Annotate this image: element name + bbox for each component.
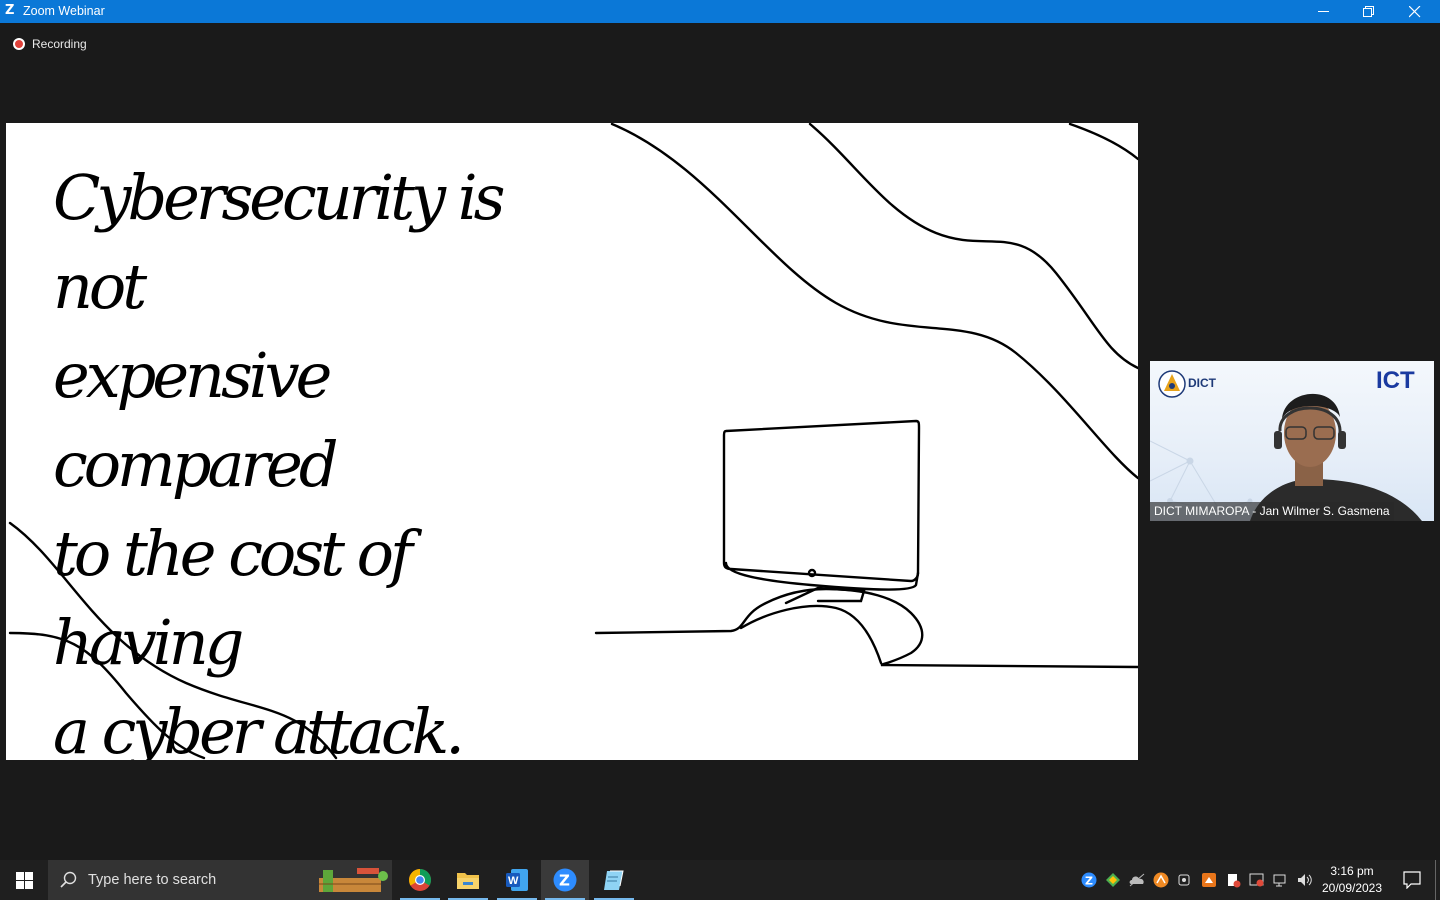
show-desktop-button[interactable] [1435,860,1440,900]
orange-app-tray-icon [1153,872,1169,888]
volume-icon [1298,874,1312,886]
minimize-icon [1318,11,1329,12]
security-tray-icon [1249,873,1264,887]
ict-month-logo-text: ICT [1376,367,1415,394]
orange-square-tray-icon [1202,873,1216,887]
svg-text:Z: Z [559,872,570,890]
quote-line: to the cost of having [53,517,413,679]
tray-meet[interactable] [1174,860,1196,900]
taskbar-file-explorer[interactable] [444,860,492,900]
windows-logo-icon [16,872,33,889]
notification-icon [1403,871,1421,889]
tray-app-3[interactable] [1198,860,1220,900]
tray-app-2[interactable] [1150,860,1172,900]
title-bar: Z Zoom Webinar [0,0,1440,23]
colorful-app-tray-icon [1106,873,1120,887]
close-button[interactable] [1392,0,1438,23]
tray-app-4[interactable] [1222,860,1244,900]
update-tray-icon [1228,874,1241,888]
quote-line: a cyber attack. [53,695,465,760]
tray-app-5[interactable] [1246,860,1268,900]
zoom-logo-icon: Z [5,3,15,18]
svg-text:W: W [508,875,519,887]
restore-icon [1363,6,1374,17]
clock-time: 3:16 pm [1330,864,1374,878]
taskbar-notepad[interactable] [590,860,638,900]
onedrive-icon [1129,873,1145,887]
recording-label: Recording [32,37,87,51]
windows-taskbar: Type here to search W Z Z 3:16 pm 20/09/… [0,860,1440,900]
clock-date: 20/09/2023 [1321,881,1383,895]
taskbar-chrome[interactable] [396,860,444,900]
folder-icon [457,873,479,889]
slide-quote: Cybersecurity is not expensive compared … [53,153,593,760]
notepad-icon [604,870,624,890]
system-clock[interactable]: 3:16 pm 20/09/2023 [1312,863,1392,897]
recording-dot-icon [13,38,25,50]
word-icon: W [506,869,528,891]
action-center-button[interactable] [1394,860,1430,900]
participant-name: DICT MIMAROPA - Jan Wilmer S. Gasmena [1150,502,1394,521]
close-icon [1409,6,1421,18]
zoom-icon: Z [553,868,577,892]
zoom-tray-icon: Z [1081,872,1097,888]
restore-button[interactable] [1346,0,1392,23]
tray-app-1[interactable] [1102,860,1124,900]
search-icon [60,871,77,888]
window-title: Zoom Webinar [23,4,105,18]
tray-network[interactable] [1270,860,1292,900]
minimize-button[interactable] [1301,0,1347,23]
participant-video-tile[interactable]: DICT ICT DICT MIMAROPA - Jan Wilmer S. G… [1150,361,1434,521]
search-highlight-illustration-icon [319,868,388,892]
meet-now-icon [1178,874,1190,886]
taskbar-zoom[interactable]: Z [541,860,589,900]
network-icon [1273,874,1286,887]
quote-line: Cybersecurity is not [53,161,505,323]
quote-line: expensive compared [53,339,339,501]
dict-logo-text: DICT [1188,376,1216,390]
tray-onedrive[interactable] [1126,860,1148,900]
chrome-icon [409,869,431,891]
svg-text:Z: Z [1085,875,1093,888]
shared-screen-slide: Cybersecurity is not expensive compared … [6,123,1138,760]
search-placeholder: Type here to search [88,872,217,888]
tray-zoom[interactable]: Z [1078,860,1100,900]
dict-logo-icon [1158,370,1186,398]
taskbar-search-box[interactable]: Type here to search [48,860,392,900]
start-button[interactable] [0,860,48,900]
taskbar-word[interactable]: W [493,860,541,900]
